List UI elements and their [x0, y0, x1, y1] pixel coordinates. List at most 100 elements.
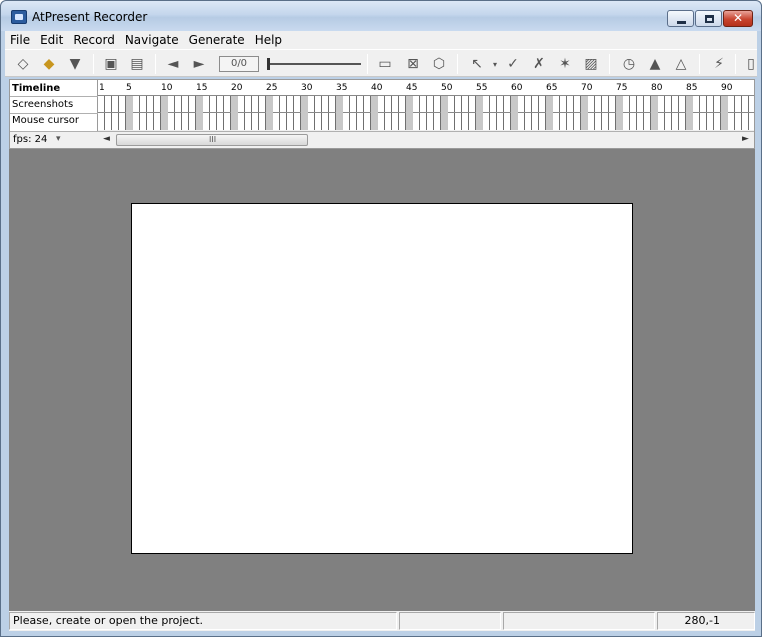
app-icon [11, 10, 27, 24]
menu-file[interactable]: File [5, 33, 35, 47]
scroll-right-icon[interactable]: ► [742, 134, 749, 144]
frame-marker [301, 96, 308, 130]
tick-label: 65 [546, 83, 558, 93]
frame-marker [651, 96, 658, 130]
record-window-icon[interactable]: ▤ [127, 54, 147, 74]
workspace [9, 149, 755, 611]
status-message: Please, create or open the project. [9, 612, 397, 630]
cursor-add-icon[interactable]: ✓ [503, 54, 523, 74]
frame-marker [196, 96, 203, 130]
tick-label: 10 [161, 83, 173, 93]
properties-icon[interactable]: ⬡ [429, 54, 449, 74]
new-project-icon[interactable]: ◇ [13, 54, 33, 74]
frame-marker [336, 96, 343, 130]
tick-label: 60 [511, 83, 523, 93]
mouse-cursor-label: Mouse cursor [12, 115, 80, 126]
toolbar-separator [93, 54, 94, 74]
tick-label: 25 [266, 83, 278, 93]
status-bar: Please, create or open the project. 280,… [9, 611, 755, 631]
delete-frame-icon[interactable]: ⊠ [403, 54, 423, 74]
frame-marker [441, 96, 448, 130]
scroll-left-icon[interactable]: ◄ [103, 134, 110, 144]
generate-icon[interactable]: ⚡ [709, 54, 729, 74]
slider-thumb[interactable] [267, 58, 270, 70]
fps-value: fps: 24 [13, 134, 48, 145]
tick-label: 70 [581, 83, 593, 93]
frame-marker [511, 96, 518, 130]
screenshots-label: Screenshots [12, 99, 74, 110]
scroll-grip: III [209, 135, 217, 144]
chevron-down-icon[interactable]: ▾ [485, 54, 505, 74]
menu-bar: File Edit Record Navigate Generate Help [5, 31, 757, 49]
increase-icon[interactable]: ▲ [645, 54, 665, 74]
save-project-icon[interactable]: ▼ [65, 54, 85, 74]
tick-label: 50 [441, 83, 453, 93]
slider-track [269, 63, 361, 65]
toolbar-separator [699, 54, 700, 74]
frame-marker [161, 96, 168, 130]
frame-counter: 0/0 [219, 56, 259, 72]
close-icon: ✕ [732, 11, 744, 25]
tick-label: 1 [99, 83, 105, 93]
frame-marker [126, 96, 133, 130]
menu-record[interactable]: Record [68, 33, 119, 47]
tick-label: 55 [476, 83, 488, 93]
status-panel [399, 612, 501, 630]
tick-label: 75 [616, 83, 628, 93]
chevron-down-icon[interactable]: ▾ [56, 134, 61, 144]
toolbar-separator [735, 54, 736, 74]
tick-label: 45 [406, 83, 418, 93]
frame-marker [406, 96, 413, 130]
timeline-scrollbar[interactable]: ◄ III ► [98, 131, 754, 148]
cursor-image-icon[interactable]: ▨ [581, 54, 601, 74]
cursor-edit-icon[interactable]: ✗ [529, 54, 549, 74]
frame-marker [581, 96, 588, 130]
tick-label: 80 [651, 83, 663, 93]
tick-label: 40 [371, 83, 383, 93]
toolbar: ◇ ◆ ▼ ▣ ▤ ◄ ► 0/0 ▭ ⊠ ⬡ ↖ ▾ ✓ ✗ ✶ ▨ ◷ ▲ … [5, 49, 757, 77]
timeline-grid[interactable]: 1 5 10 15 20 25 30 35 40 45 50 55 60 65 … [98, 80, 754, 130]
row-divider [10, 96, 98, 97]
menu-edit[interactable]: Edit [35, 33, 68, 47]
toolbar-separator [457, 54, 458, 74]
window-title: AtPresent Recorder [32, 10, 148, 24]
scroll-thumb[interactable]: III [116, 134, 308, 146]
add-frame-icon[interactable]: ▭ [375, 54, 395, 74]
record-screen-icon[interactable]: ▣ [101, 54, 121, 74]
menu-navigate[interactable]: Navigate [120, 33, 184, 47]
tick-label: 85 [686, 83, 698, 93]
cursor-icon[interactable]: ↖ [467, 54, 487, 74]
tick-label: 20 [231, 83, 243, 93]
window-controls: ✕ [666, 10, 753, 28]
frame-marker [231, 96, 238, 130]
tick-label: 15 [196, 83, 208, 93]
tick-label: 90 [721, 83, 733, 93]
fps-selector[interactable]: fps: 24 ▾ [10, 131, 98, 148]
timeline-panel: Timeline Screenshots Mouse cursor fps: 2… [9, 79, 755, 149]
more-icon[interactable]: ▯ [741, 54, 761, 74]
timeline-ruler: 1 5 10 15 20 25 30 35 40 45 50 55 60 65 … [98, 80, 754, 96]
cursor-remove-icon[interactable]: ✶ [555, 54, 575, 74]
tick-label: 5 [126, 83, 132, 93]
maximize-icon [705, 15, 714, 23]
previous-frame-icon[interactable]: ◄ [163, 54, 183, 74]
timer-icon[interactable]: ◷ [619, 54, 639, 74]
menu-generate[interactable]: Generate [184, 33, 250, 47]
frame-marker [721, 96, 728, 130]
timeline-labels: Timeline Screenshots Mouse cursor fps: 2… [10, 80, 98, 148]
zoom-slider[interactable] [265, 56, 361, 72]
frame-marker [546, 96, 553, 130]
minimize-button[interactable] [667, 10, 694, 27]
close-button[interactable]: ✕ [723, 10, 753, 27]
timeline-label: Timeline [12, 83, 61, 94]
project-canvas[interactable] [131, 203, 633, 554]
frame-marker [371, 96, 378, 130]
decrease-icon[interactable]: △ [671, 54, 691, 74]
menu-help[interactable]: Help [250, 33, 287, 47]
minimize-icon [677, 21, 686, 24]
maximize-button[interactable] [695, 10, 722, 27]
open-project-icon[interactable]: ◆ [39, 54, 59, 74]
title-bar[interactable]: AtPresent Recorder ✕ [1, 1, 761, 31]
tick-label: 35 [336, 83, 348, 93]
next-frame-icon[interactable]: ► [189, 54, 209, 74]
